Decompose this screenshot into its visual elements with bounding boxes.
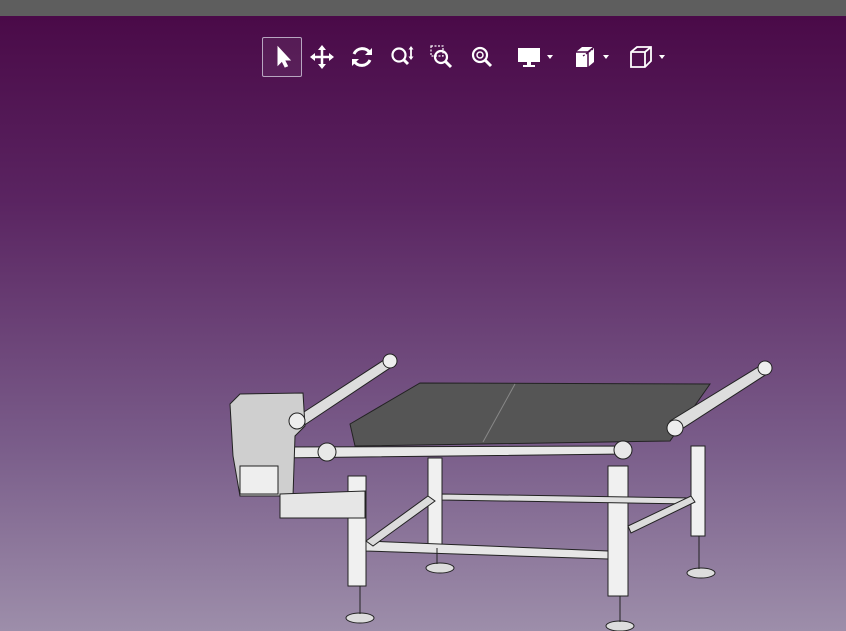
chevron-down-icon [659, 55, 665, 59]
display-mode-dropdown[interactable] [546, 37, 558, 77]
leg-back-right [690, 445, 706, 537]
zoom-tool-button[interactable] [382, 37, 422, 77]
view-cube-icon [630, 46, 652, 68]
zoom-fit-button[interactable] [462, 37, 502, 77]
pan-tool-button[interactable] [302, 37, 342, 77]
section-view-dropdown[interactable] [602, 37, 614, 77]
leg-front-right [607, 465, 629, 597]
zoom-window-button[interactable] [422, 37, 462, 77]
chevron-down-icon [603, 55, 609, 59]
section-view-group [568, 37, 614, 77]
section-cube-icon [576, 46, 595, 67]
conveyor-table-3d-model[interactable] [215, 346, 785, 631]
cross-member-back [441, 493, 692, 505]
foot-back-right [686, 567, 716, 579]
3d-viewport[interactable] [0, 16, 846, 631]
move-arrows-icon [310, 45, 334, 69]
cross-member-side [365, 495, 436, 547]
viewer-toolbar [262, 36, 670, 78]
conveyor-belt [349, 382, 711, 447]
foot-front-left [345, 612, 375, 624]
display-mode-menu[interactable] [512, 37, 546, 77]
standard-view-menu[interactable] [624, 37, 658, 77]
zoom-fit-icon [471, 46, 493, 68]
foot-front-right [605, 620, 635, 631]
standard-view-dropdown[interactable] [658, 37, 670, 77]
section-view-menu[interactable] [568, 37, 602, 77]
standard-view-group [624, 37, 670, 77]
rotate-tool-button[interactable] [342, 37, 382, 77]
zoom-vertical-icon [391, 46, 414, 66]
chevron-down-icon [547, 55, 553, 59]
select-tool-button[interactable] [262, 37, 302, 77]
foot-back-left [425, 562, 455, 574]
cursor-arrow-icon [277, 45, 292, 68]
cross-member-front [365, 540, 609, 560]
zoom-window-icon [430, 45, 453, 69]
rotate-icon [352, 47, 372, 67]
display-mode-group [512, 37, 558, 77]
monitor-icon [518, 48, 540, 67]
title-bar [0, 0, 846, 16]
